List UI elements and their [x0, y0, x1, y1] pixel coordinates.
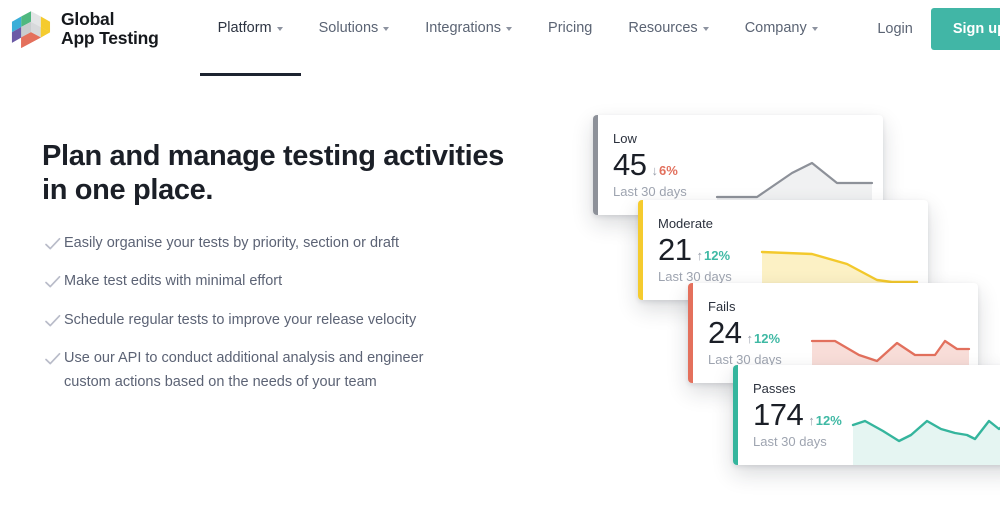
nav-item-platform[interactable]: Platform	[200, 17, 301, 39]
nav-label: Resources	[628, 20, 697, 36]
chevron-down-icon	[277, 27, 283, 31]
card-delta-value: 12%	[816, 413, 842, 428]
list-item: Make test edits with minimal effort	[42, 270, 512, 293]
list-item: Schedule regular tests to improve your r…	[42, 309, 512, 332]
card-value: 24	[708, 316, 741, 349]
nav-item-integrations[interactable]: Integrations	[407, 17, 530, 39]
brand-name: GlobalApp Testing	[61, 10, 159, 47]
signup-button[interactable]: Sign up	[931, 8, 1000, 50]
nav-label: Solutions	[319, 20, 379, 36]
nav-label: Platform	[218, 20, 272, 36]
card-sparkline	[849, 403, 1000, 465]
check-icon	[42, 349, 64, 369]
feature-list: Easily organise your tests by priority, …	[42, 232, 512, 394]
trend-down-arrow-icon: ↓	[651, 163, 658, 178]
nav-item-resources[interactable]: Resources	[610, 17, 726, 39]
list-item-label: Use our API to conduct additional analys…	[64, 347, 446, 394]
nav-item-pricing[interactable]: Pricing	[530, 17, 610, 39]
chevron-down-icon	[506, 27, 512, 31]
nav-label: Integrations	[425, 20, 501, 36]
card-accent-bar	[593, 115, 598, 215]
brand-logo[interactable]: GlobalApp Testing	[10, 8, 159, 50]
metric-card-passes[interactable]: Passes 174 ↑12% Last 30 days	[733, 365, 1000, 465]
status-badge: ↑12%	[746, 331, 780, 346]
card-label: Moderate	[658, 216, 732, 232]
card-body: Passes 174 ↑12% Last 30 days	[753, 381, 842, 449]
login-link[interactable]: Login	[859, 21, 930, 37]
trend-up-arrow-icon: ↑	[696, 248, 703, 263]
headline-line-2: in one place.	[42, 174, 213, 206]
chevron-down-icon	[383, 27, 389, 31]
trend-up-arrow-icon: ↑	[746, 331, 753, 346]
card-body: Fails 24 ↑12% Last 30 days	[708, 299, 782, 367]
primary-nav: Platform Solutions Integrations Pricing …	[200, 0, 836, 58]
check-icon	[42, 272, 64, 292]
card-accent-bar	[733, 365, 738, 465]
card-label: Low	[613, 131, 687, 147]
list-item-label: Make test edits with minimal effort	[64, 270, 282, 293]
sparkline-svg	[849, 403, 1000, 465]
hexagon-cube-logo-icon	[10, 8, 52, 50]
header-actions: Login Sign up	[859, 0, 1000, 58]
status-badge: ↓6%	[651, 163, 677, 178]
chevron-down-icon	[812, 27, 818, 31]
card-value-row: 24 ↑12%	[708, 316, 782, 349]
nav-label: Pricing	[548, 20, 592, 36]
brand-line-1: Global	[61, 9, 114, 29]
nav-label: Company	[745, 20, 807, 36]
list-item-label: Easily organise your tests by priority, …	[64, 232, 399, 255]
card-label: Passes	[753, 381, 842, 397]
page-title: Plan and manage testing activities in on…	[42, 140, 512, 208]
card-period: Last 30 days	[658, 269, 732, 284]
chevron-down-icon	[703, 27, 709, 31]
trend-up-arrow-icon: ↑	[808, 413, 815, 428]
card-value-row: 21 ↑12%	[658, 233, 732, 266]
nav-item-company[interactable]: Company	[727, 17, 836, 39]
card-body: Moderate 21 ↑12% Last 30 days	[658, 216, 732, 284]
card-body: Low 45 ↓6% Last 30 days	[613, 131, 687, 199]
card-period: Last 30 days	[753, 434, 842, 449]
card-value: 174	[753, 398, 803, 431]
check-icon	[42, 311, 64, 331]
card-accent-bar	[688, 283, 693, 383]
page-root: GlobalApp Testing Platform Solutions Int…	[0, 0, 1000, 517]
brand-line-2: App Testing	[61, 28, 159, 48]
card-value: 21	[658, 233, 691, 266]
site-header: GlobalApp Testing Platform Solutions Int…	[0, 0, 1000, 58]
active-nav-underline	[200, 73, 301, 76]
card-delta-value: 12%	[704, 248, 730, 263]
status-badge: ↑12%	[808, 413, 842, 428]
card-label: Fails	[708, 299, 782, 315]
hero-content: Plan and manage testing activities in on…	[42, 140, 512, 409]
card-value: 45	[613, 148, 646, 181]
status-badge: ↑12%	[696, 248, 730, 263]
card-delta-value: 6%	[659, 163, 678, 178]
card-value-row: 45 ↓6%	[613, 148, 687, 181]
nav-item-solutions[interactable]: Solutions	[301, 17, 408, 39]
card-delta-value: 12%	[754, 331, 780, 346]
list-item-label: Schedule regular tests to improve your r…	[64, 309, 416, 332]
card-value-row: 174 ↑12%	[753, 398, 842, 431]
headline-line-1: Plan and manage testing activities	[42, 140, 504, 172]
check-icon	[42, 234, 64, 254]
list-item: Easily organise your tests by priority, …	[42, 232, 512, 255]
card-period: Last 30 days	[613, 184, 687, 199]
card-accent-bar	[638, 200, 643, 300]
list-item: Use our API to conduct additional analys…	[42, 347, 512, 394]
